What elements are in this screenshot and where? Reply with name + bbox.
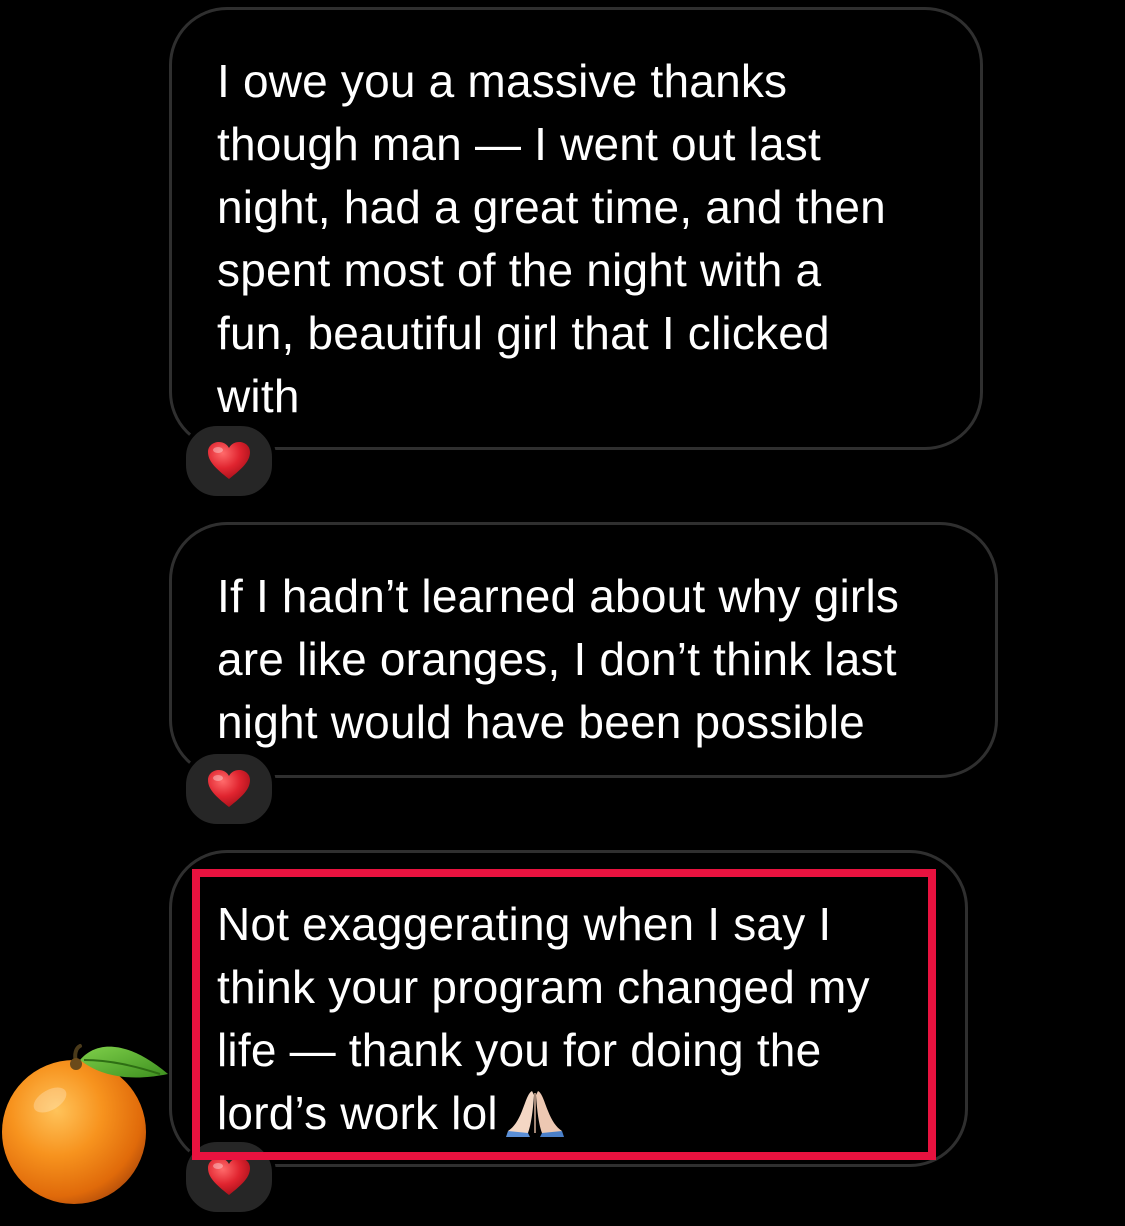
reaction-badge[interactable] xyxy=(182,750,276,828)
red-heart-icon xyxy=(208,1158,250,1195)
red-heart-icon xyxy=(208,442,250,479)
message-text: Not exaggerating when I say I think your… xyxy=(217,893,925,1145)
message-text: I owe you a massive thanks though man — … xyxy=(217,55,886,422)
red-heart-icon xyxy=(208,770,250,807)
message-text: If I hadn’t learned about why girls are … xyxy=(217,570,900,748)
orange-avatar-icon[interactable] xyxy=(0,1038,170,1206)
reaction-badge[interactable] xyxy=(182,1138,276,1216)
reaction-badge[interactable] xyxy=(182,422,276,500)
message-bubble[interactable]: If I hadn’t learned about why girls are … xyxy=(169,522,998,778)
message-bubble[interactable]: I owe you a massive thanks though man — … xyxy=(169,7,983,450)
folded-hands-icon xyxy=(505,1091,564,1137)
message-bubble[interactable]: Not exaggerating when I say I think your… xyxy=(169,850,968,1167)
